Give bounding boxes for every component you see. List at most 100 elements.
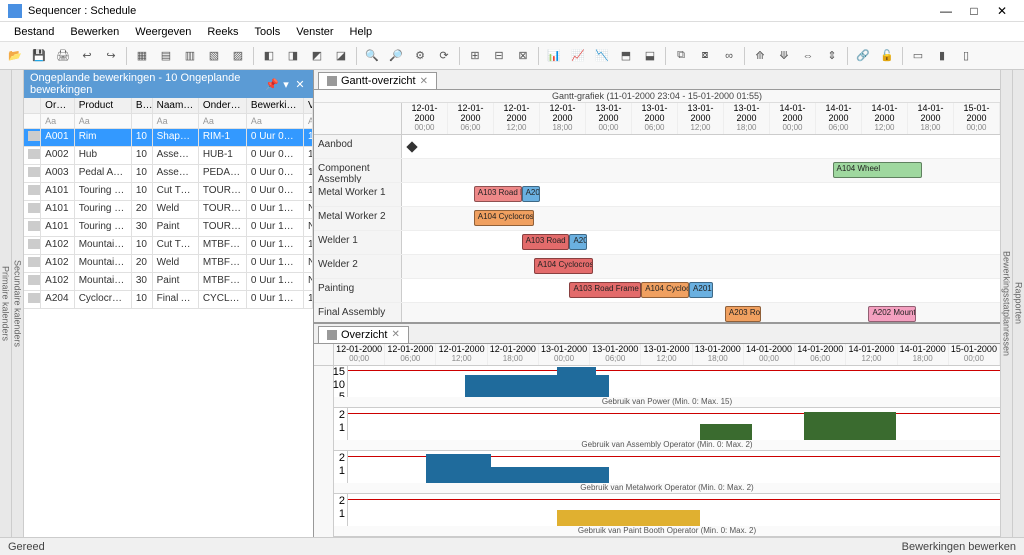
- gantt-bar[interactable]: A202 Mountain Bike: [868, 306, 916, 322]
- gantt-track[interactable]: [402, 135, 1000, 158]
- gantt-track[interactable]: A103 Road FrameA104 CyclocrossA201 Mount: [402, 279, 1000, 302]
- filter-cell[interactable]: Aa: [199, 114, 247, 128]
- minimize-button[interactable]: —: [932, 4, 960, 18]
- menu-reeks[interactable]: Reeks: [199, 26, 246, 38]
- tab-gantt-overview[interactable]: Gantt-overzicht ✕: [318, 72, 437, 89]
- toolbar-button[interactable]: ▨: [227, 45, 249, 67]
- filter-cell[interactable]: [132, 114, 153, 128]
- toolbar-button[interactable]: ▥: [179, 45, 201, 67]
- table-row[interactable]: A002Hub10AssembleHUB-10 Uur 05 Minuten12…: [24, 147, 313, 165]
- table-row[interactable]: A101Touring Frame30PaintTOURFRAME-10 Uur…: [24, 219, 313, 237]
- milestone-diamond[interactable]: [406, 141, 417, 152]
- toolbar-button[interactable]: ▯: [955, 45, 977, 67]
- col-header[interactable]: Onderdeelnr.: [199, 98, 247, 113]
- table-row[interactable]: A102Mountain Frame20WeldMTBFRAME-10 Uur …: [24, 255, 313, 273]
- toolbar-button[interactable]: ⟱: [773, 45, 795, 67]
- table-row[interactable]: A102Mountain Frame30PaintMTBFRAME-10 Uur…: [24, 273, 313, 291]
- toolbar-button[interactable]: ▧: [203, 45, 225, 67]
- close-button[interactable]: ✕: [988, 4, 1016, 18]
- toolbar-button[interactable]: 🔓: [876, 45, 898, 67]
- usage-plot[interactable]: [348, 366, 1000, 398]
- grid-filter-row[interactable]: AaAaAaAaAaAa: [24, 114, 313, 129]
- toolbar-button[interactable]: ↩: [76, 45, 98, 67]
- filter-cell[interactable]: Aa: [75, 114, 132, 128]
- toolbar-button[interactable]: 📉: [591, 45, 613, 67]
- maximize-button[interactable]: □: [960, 4, 988, 18]
- menu-tools[interactable]: Tools: [247, 26, 289, 38]
- gantt-bar[interactable]: A201 Mount: [689, 282, 713, 298]
- toolbar-button[interactable]: 📊: [543, 45, 565, 67]
- table-row[interactable]: A001Rim10Shape RimRIM-10 Uur 01 Minuten1…: [24, 129, 313, 147]
- tab-close-icon[interactable]: ✕: [391, 329, 399, 340]
- toolbar-button[interactable]: 📈: [567, 45, 589, 67]
- menu-venster[interactable]: Venster: [288, 26, 341, 38]
- toolbar-button[interactable]: ⬓: [639, 45, 661, 67]
- toolbar-button[interactable]: ▦: [131, 45, 153, 67]
- filter-cell[interactable]: Aa: [41, 114, 75, 128]
- col-header[interactable]: Vraagdat: [304, 98, 313, 113]
- toolbar-button[interactable]: ⟳: [433, 45, 455, 67]
- table-row[interactable]: A101Touring Frame10Cut TubesTOURFRAME-10…: [24, 183, 313, 201]
- col-header[interactable]: Naam bewerking: [153, 98, 199, 113]
- filter-cell[interactable]: Aa: [304, 114, 313, 128]
- rail-secondary-calendars[interactable]: Secundaire kalenders: [12, 70, 24, 537]
- gantt-track[interactable]: A104 Cyclocross Fra: [402, 255, 1000, 278]
- toolbar-button[interactable]: ∞: [718, 45, 740, 67]
- toolbar-button[interactable]: 🔎: [385, 45, 407, 67]
- tab-close-icon[interactable]: ✕: [420, 76, 428, 87]
- toolbar-button[interactable]: ⊠: [512, 45, 534, 67]
- toolbar-button[interactable]: 💾: [28, 45, 50, 67]
- gantt-bar[interactable]: A201 Weld: [569, 234, 587, 250]
- table-row[interactable]: A101Touring Frame20WeldTOURFRAME-10 Uur …: [24, 201, 313, 219]
- toolbar-button[interactable]: ◧: [258, 45, 280, 67]
- gantt-track[interactable]: A104 Wheel: [402, 159, 1000, 182]
- toolbar-button[interactable]: ◪: [330, 45, 352, 67]
- tab-overview[interactable]: Overzicht ✕: [318, 326, 409, 343]
- gantt-track[interactable]: A103 Road FrameA201: [402, 183, 1000, 206]
- gantt-bar[interactable]: A201: [522, 186, 540, 202]
- toolbar-button[interactable]: 📂: [4, 45, 26, 67]
- toolbar-button[interactable]: ◨: [282, 45, 304, 67]
- toolbar-button[interactable]: ⬒: [615, 45, 637, 67]
- gantt-bar[interactable]: A103 Road Frame: [569, 282, 641, 298]
- usage-plot[interactable]: [348, 494, 1000, 526]
- toolbar-button[interactable]: ⊟: [488, 45, 510, 67]
- gantt-bar[interactable]: A104 Cyclocross Fra: [534, 258, 594, 274]
- toolbar-button[interactable]: ⊞: [464, 45, 486, 67]
- panel-pin-icon[interactable]: 📌: [265, 78, 279, 91]
- gantt-bar[interactable]: A104 Cyclocross: [641, 282, 689, 298]
- toolbar-button[interactable]: ⟰: [749, 45, 771, 67]
- col-header[interactable]: Bew..: [132, 98, 153, 113]
- menu-bestand[interactable]: Bestand: [6, 26, 62, 38]
- toolbar-button[interactable]: ⚙: [409, 45, 431, 67]
- toolbar-button[interactable]: ▤: [155, 45, 177, 67]
- gantt-bar[interactable]: A104 Cyclocross Frame: [474, 210, 534, 226]
- toolbar-button[interactable]: ◩: [306, 45, 328, 67]
- col-header[interactable]: Bewerkingstijd pe..: [247, 98, 304, 113]
- toolbar-button[interactable]: ⇔: [797, 45, 819, 67]
- table-row[interactable]: A102Mountain Frame10Cut TubesMTBFRAME-10…: [24, 237, 313, 255]
- usage-plot[interactable]: [348, 451, 1000, 483]
- toolbar-button[interactable]: 🔍: [361, 45, 383, 67]
- gantt-bar[interactable]: A104 Wheel: [833, 162, 923, 178]
- filter-cell[interactable]: [24, 114, 41, 128]
- gantt-track[interactable]: A104 Cyclocross Frame: [402, 207, 1000, 230]
- toolbar-button[interactable]: ⧉: [670, 45, 692, 67]
- toolbar-button[interactable]: ▭: [907, 45, 929, 67]
- table-row[interactable]: A003Pedal Assembly10AssemblePEDASSY-10 U…: [24, 165, 313, 183]
- gantt-track[interactable]: A103 Road FrameA201 Weld: [402, 231, 1000, 254]
- col-header[interactable]: Ordernr.: [41, 98, 75, 113]
- rail-operation-status[interactable]: Bewerkingsstatplanressen: [1000, 70, 1012, 537]
- toolbar-button[interactable]: ⧇: [694, 45, 716, 67]
- rail-reports[interactable]: Rapporten: [1012, 70, 1024, 537]
- col-header[interactable]: Product: [75, 98, 132, 113]
- menu-bewerken[interactable]: Bewerken: [62, 26, 127, 38]
- gantt-bar[interactable]: A103 Road Frame: [474, 186, 522, 202]
- rail-primary-calendars[interactable]: Primaire kalenders: [0, 70, 12, 537]
- filter-cell[interactable]: Aa: [247, 114, 304, 128]
- menu-help[interactable]: Help: [342, 26, 381, 38]
- usage-plot[interactable]: [348, 408, 1000, 440]
- toolbar-button[interactable]: 🔗: [852, 45, 874, 67]
- gantt-bar[interactable]: A103 Road Frame: [522, 234, 570, 250]
- table-row[interactable]: A204Cyclocross Bike10Final AssemblyCYCLO…: [24, 291, 313, 309]
